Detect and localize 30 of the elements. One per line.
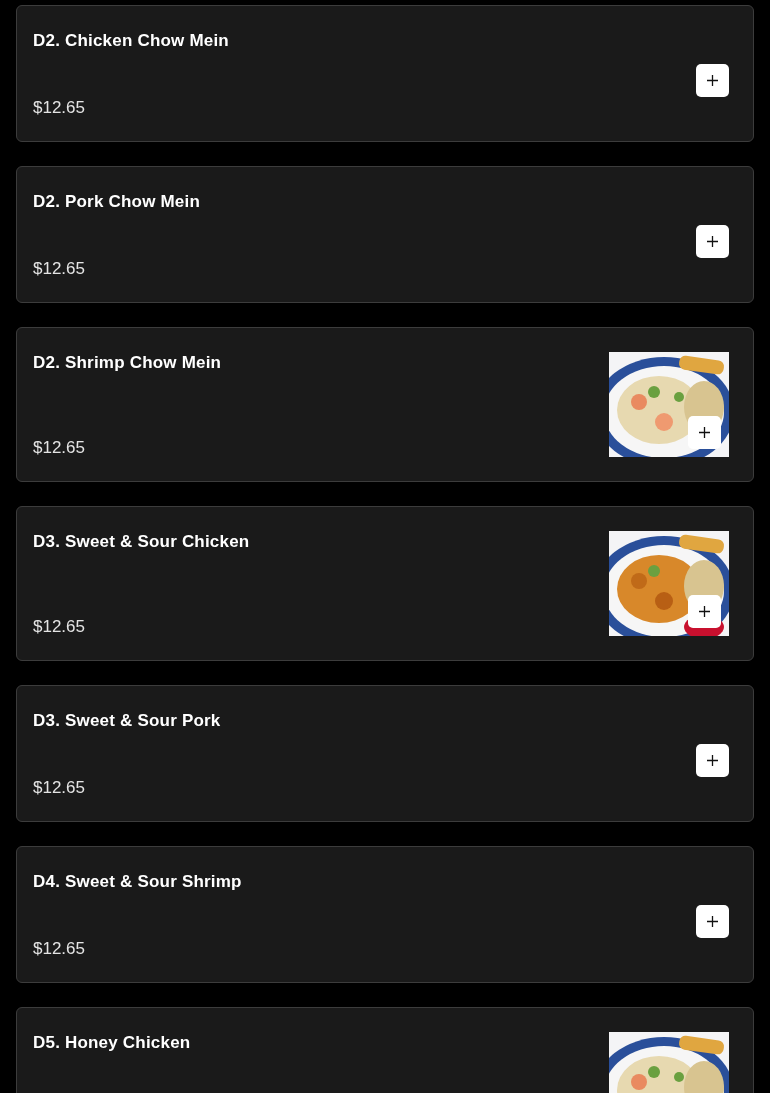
plus-icon: [699, 606, 710, 617]
item-price: $12.65: [33, 616, 86, 638]
item-name: D4. Sweet & Sour Shrimp: [33, 871, 243, 893]
menu-item-card[interactable]: D2. Shrimp Chow Mein $12.65: [16, 327, 754, 482]
item-name: D3. Sweet & Sour Chicken: [33, 531, 251, 553]
plus-icon: [699, 427, 710, 438]
menu-item-card[interactable]: D4. Sweet & Sour Shrimp $12.65: [16, 846, 754, 983]
add-button[interactable]: [696, 905, 729, 938]
menu-item-card[interactable]: D2. Pork Chow Mein $12.65: [16, 166, 754, 303]
item-name: D5. Honey Chicken: [33, 1032, 192, 1054]
item-price: $12.65: [33, 777, 86, 799]
item-price: $12.65: [33, 97, 86, 119]
menu-item-card[interactable]: D3. Sweet & Sour Pork $12.65: [16, 685, 754, 822]
plus-icon: [707, 755, 718, 766]
plus-icon: [707, 75, 718, 86]
menu-item-card[interactable]: D3. Sweet & Sour Chicken $12.65: [16, 506, 754, 661]
add-button[interactable]: [696, 744, 729, 777]
plus-icon: [707, 916, 718, 927]
item-name: D3. Sweet & Sour Pork: [33, 710, 222, 732]
item-name: D2. Chicken Chow Mein: [33, 30, 230, 52]
item-name: D2. Pork Chow Mein: [33, 191, 201, 213]
plus-icon: [707, 236, 718, 247]
item-price: $12.65: [33, 437, 86, 459]
item-price: $12.65: [33, 258, 86, 280]
item-price: $12.65: [33, 938, 86, 960]
item-name: D2. Shrimp Chow Mein: [33, 352, 223, 374]
menu-item-card[interactable]: D2. Chicken Chow Mein $12.65: [16, 5, 754, 142]
add-button[interactable]: [696, 225, 729, 258]
add-button[interactable]: [696, 64, 729, 97]
menu-item-card[interactable]: D5. Honey Chicken: [16, 1007, 754, 1093]
